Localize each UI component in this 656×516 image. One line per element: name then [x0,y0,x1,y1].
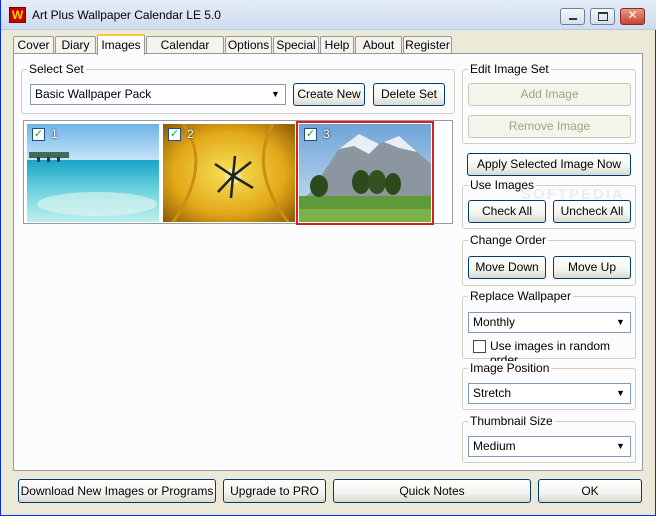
quick-notes-button[interactable]: Quick Notes [333,479,531,503]
thumbnail-item[interactable]: ✓ 2 [163,124,295,222]
set-dropdown[interactable]: Basic Wallpaper Pack ▼ [30,84,286,105]
thumbnail-size-dropdown[interactable]: Medium ▼ [468,436,631,457]
title-bar[interactable]: W Art Plus Wallpaper Calendar LE 5.0 ✕ [1,0,656,30]
beach-image [27,124,159,222]
select-set-label: Select Set [27,62,86,76]
add-image-button[interactable]: Add Image [468,83,631,106]
move-down-button[interactable]: Move Down [468,256,546,279]
change-order-label: Change Order [468,233,549,247]
thumbnail-size-value: Medium [473,439,516,453]
app-logo-icon: W [9,7,26,23]
chevron-down-icon: ▼ [616,317,625,327]
random-order-checkbox[interactable] [473,340,486,353]
maximize-icon [598,12,608,21]
window-title: Art Plus Wallpaper Calendar LE 5.0 [32,8,221,22]
thumbnail-checkbox[interactable]: ✓ [32,128,45,141]
replace-frequency-value: Monthly [473,315,516,329]
edit-image-set-label: Edit Image Set [468,62,551,76]
create-new-button[interactable]: Create New [293,83,365,106]
chevron-down-icon: ▼ [616,441,625,451]
chevron-down-icon: ▼ [616,388,625,398]
delete-set-button[interactable]: Delete Set [373,83,445,106]
set-dropdown-value: Basic Wallpaper Pack [35,87,152,101]
download-images-button[interactable]: Download New Images or Programs [18,479,216,503]
thumbnail-number: 2 [187,127,194,141]
close-button[interactable]: ✕ [620,8,645,25]
image-position-dropdown[interactable]: Stretch ▼ [468,383,631,404]
edit-image-set-group: Edit Image Set Add Image Remove Image [462,62,636,144]
image-position-label: Image Position [468,361,552,375]
tulip-image [163,124,295,222]
minimize-button[interactable] [560,8,585,25]
move-up-button[interactable]: Move Up [553,256,631,279]
maximize-button[interactable] [590,8,615,25]
mountain-image [299,124,431,222]
apply-selected-image-button[interactable]: Apply Selected Image Now [467,153,631,176]
remove-image-button[interactable]: Remove Image [468,115,631,138]
upgrade-to-pro-button[interactable]: Upgrade to PRO [223,479,326,503]
thumbnail-list[interactable]: ✓ 1 ✓ 2 ✓ 3 [23,120,453,225]
app-window: W Art Plus Wallpaper Calendar LE 5.0 ✕ C… [0,0,656,516]
thumbnail-number: 3 [323,127,330,141]
thumbnail-item-selected[interactable]: ✓ 3 [296,121,434,225]
images-tab-panel: Select Set Basic Wallpaper Pack ▼ Create… [13,53,643,471]
tab-images[interactable]: Images [97,34,145,55]
check-all-button[interactable]: Check All [468,200,546,223]
close-icon: ✕ [627,8,638,22]
change-order-group: Change Order Move Down Move Up [462,233,636,286]
thumbnail-number: 1 [51,127,58,141]
thumbnail-item[interactable]: ✓ 1 [27,124,159,222]
watermark: SOFTPEDIA [521,186,625,203]
image-position-group: Image Position Stretch ▼ [462,361,636,410]
thumbnail-size-label: Thumbnail Size [468,414,555,428]
ok-button[interactable]: OK [538,479,642,503]
minimize-icon [569,18,577,20]
chevron-down-icon: ▼ [271,89,280,99]
image-position-value: Stretch [473,386,512,400]
thumbnail-checkbox[interactable]: ✓ [168,128,181,141]
thumbnail-size-group: Thumbnail Size Medium ▼ [462,414,636,463]
thumbnail-checkbox[interactable]: ✓ [304,128,317,141]
replace-wallpaper-label: Replace Wallpaper [468,289,573,303]
uncheck-all-button[interactable]: Uncheck All [553,200,631,223]
select-set-group: Select Set Basic Wallpaper Pack ▼ Create… [21,62,455,114]
replace-wallpaper-group: Replace Wallpaper Monthly ▼ Use images i… [462,289,636,367]
replace-frequency-dropdown[interactable]: Monthly ▼ [468,312,631,333]
